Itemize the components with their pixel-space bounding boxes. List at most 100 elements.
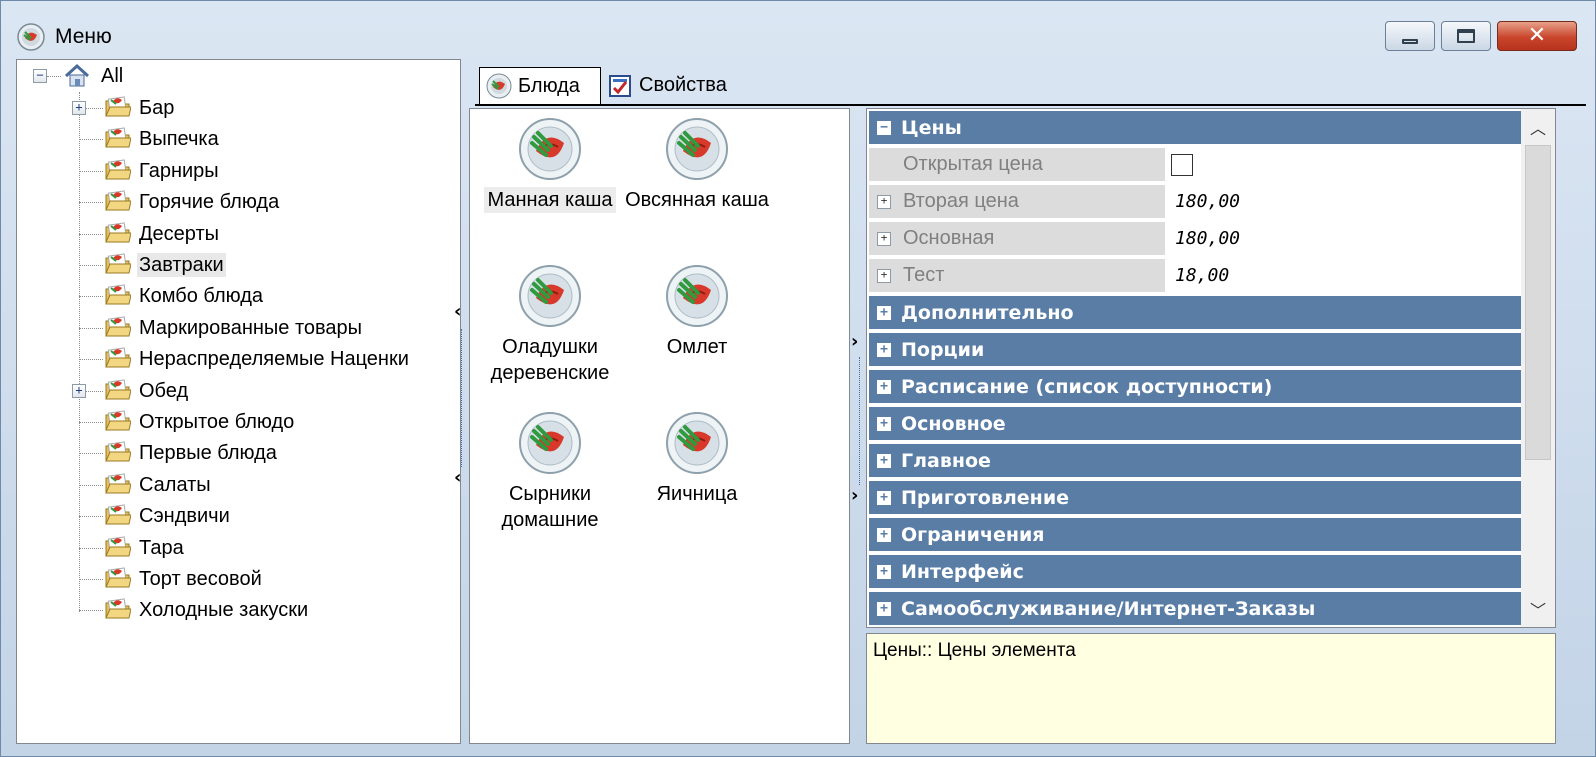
property-category[interactable]: + Интерфейс [869, 555, 1521, 590]
dish-item[interactable]: Сырники домашние [475, 411, 625, 533]
collapse-right-arrow-icon-2[interactable]: › [851, 485, 858, 506]
property-test-price[interactable]: + Тест 18,00 [869, 259, 1521, 294]
tree-item[interactable]: Завтраки [137, 253, 226, 277]
property-main-price-value[interactable]: 180,00 [1165, 228, 1240, 249]
expand-icon[interactable]: + [877, 564, 891, 579]
property-description: Цены:: Цены элемента [866, 633, 1556, 744]
dish-item[interactable]: Омлет [622, 264, 772, 360]
expand-icon[interactable]: + [877, 305, 891, 320]
dish-item[interactable]: Яичница [622, 411, 772, 507]
property-category[interactable]: + Дополнительно [869, 296, 1521, 331]
property-category[interactable]: + Ограничения [869, 518, 1521, 553]
collapse-icon[interactable]: − [877, 120, 891, 135]
tree-line [79, 453, 103, 455]
scroll-up-icon[interactable]: ︿ [1521, 115, 1555, 139]
tab-dishes-label: Блюда [518, 74, 580, 97]
tree-item[interactable]: Десерты [137, 222, 221, 246]
tree-item[interactable]: Тара [137, 536, 186, 560]
tree-line [79, 327, 103, 329]
tree-item[interactable]: Маркированные товары [137, 316, 364, 340]
app-plate-icon [17, 23, 45, 51]
collapse-left-arrow-icon-2[interactable]: ‹ [454, 467, 461, 488]
category-tree[interactable]: − All + Бар Выпечка Гарниры Горячие блюда Десер… [16, 59, 461, 744]
tree-item[interactable]: Салаты [137, 473, 213, 497]
tree-item[interactable]: Открытое блюдо [137, 410, 296, 434]
property-category[interactable]: + Расписание (список доступности) [869, 370, 1521, 405]
folder-icon [105, 535, 131, 557]
menu-window: Меню ✕ − All + Бар Выпечка Гарниры Горячие блю… [0, 0, 1596, 757]
expand-icon[interactable]: + [877, 379, 891, 394]
property-category-label: Основное [901, 412, 1006, 435]
tree-item[interactable]: Горячие блюда [137, 190, 281, 214]
minimize-button[interactable] [1385, 21, 1435, 51]
expand-icon[interactable]: + [877, 490, 891, 505]
expand-icon[interactable]: + [877, 269, 891, 283]
tree-item[interactable]: Обед [137, 379, 190, 403]
property-open-price[interactable]: Открытая цена [869, 148, 1521, 183]
close-button[interactable]: ✕ [1497, 21, 1577, 51]
property-category[interactable]: + Главное [869, 444, 1521, 479]
property-main-price[interactable]: + Основная 180,00 [869, 222, 1521, 257]
folder-icon [105, 159, 131, 180]
collapse-icon[interactable]: − [33, 69, 47, 83]
tree-item[interactable]: Гарниры [137, 159, 221, 183]
property-category-label: Дополнительно [901, 301, 1074, 324]
tree-item[interactable]: Выпечка [137, 127, 221, 151]
tree-line [47, 76, 61, 77]
expand-icon[interactable]: + [877, 195, 891, 209]
collapse-right-arrow-icon[interactable]: › [851, 331, 858, 352]
scroll-thumb[interactable] [1525, 145, 1551, 460]
open-price-checkbox[interactable] [1171, 153, 1193, 176]
tree-item[interactable]: Нераспределяемые Наценки [137, 347, 411, 371]
collapse-left-arrow-icon[interactable]: ‹ [454, 301, 461, 322]
dish-item[interactable]: Оладушки деревенские [475, 264, 625, 386]
category-prices[interactable]: − Цены [869, 111, 1521, 146]
property-main-price-label: Основная [903, 227, 995, 249]
expand-icon[interactable]: + [877, 342, 891, 357]
splitter-right[interactable] [859, 357, 860, 485]
property-second-price-value[interactable]: 180,00 [1165, 191, 1240, 212]
dish-plate-icon [666, 118, 728, 180]
folder-icon [105, 96, 131, 117]
tree-root-label[interactable]: All [99, 64, 125, 88]
expand-icon[interactable]: + [877, 453, 891, 468]
vertical-scrollbar[interactable]: ︿ ﹀ [1521, 109, 1555, 627]
dish-item[interactable]: Манная каша [475, 117, 625, 213]
splitter-left[interactable] [461, 329, 462, 467]
tree-item[interactable]: Холодные закуски [137, 598, 310, 622]
dish-item[interactable]: Овсянная каша [622, 117, 772, 213]
dishes-panel[interactable]: Манная каша Овсянная каша Оладушки деревен… [469, 108, 850, 744]
tree-item[interactable]: Бар [137, 96, 176, 120]
property-second-price[interactable]: + Вторая цена 180,00 [869, 185, 1521, 220]
expand-icon[interactable]: + [877, 601, 891, 616]
dish-label: Яичница [656, 483, 738, 505]
scroll-down-icon[interactable]: ﹀ [1521, 597, 1555, 621]
tab-dishes[interactable]: Блюда [479, 67, 601, 104]
tree-item[interactable]: Комбо блюда [137, 284, 265, 308]
expand-icon[interactable]: + [72, 383, 86, 398]
tree-line [79, 547, 103, 549]
title-bar[interactable]: Меню ✕ [1, 1, 1595, 59]
tab-properties[interactable]: Свойства [607, 67, 767, 104]
property-category[interactable]: + Самообслуживание/Интернет-Заказы [869, 592, 1521, 627]
property-open-price-label: Открытая цена [903, 153, 1043, 175]
expand-icon[interactable]: + [72, 101, 86, 115]
tree-line [79, 202, 103, 204]
property-category[interactable]: + Приготовление [869, 481, 1521, 516]
tree-item[interactable]: Сэндвичи [137, 504, 232, 528]
property-name: + Тест [869, 259, 1165, 292]
expand-icon[interactable]: + [877, 232, 891, 246]
property-test-price-value[interactable]: 18,00 [1165, 265, 1229, 286]
tree-item[interactable]: Торт весовой [137, 567, 264, 591]
property-category[interactable]: + Основное [869, 407, 1521, 442]
property-name: + Вторая цена [869, 185, 1165, 218]
property-category-label: Интерфейс [901, 560, 1024, 583]
property-grid[interactable]: − Цены Открытая цена + Вторая цена 180,00… [866, 108, 1556, 628]
tree-line [79, 359, 103, 361]
maximize-button[interactable] [1441, 21, 1491, 51]
tree-line [79, 484, 103, 486]
property-category[interactable]: + Порции [869, 333, 1521, 368]
expand-icon[interactable]: + [877, 527, 891, 542]
tree-item[interactable]: Первые блюда [137, 441, 279, 465]
expand-icon[interactable]: + [877, 416, 891, 431]
